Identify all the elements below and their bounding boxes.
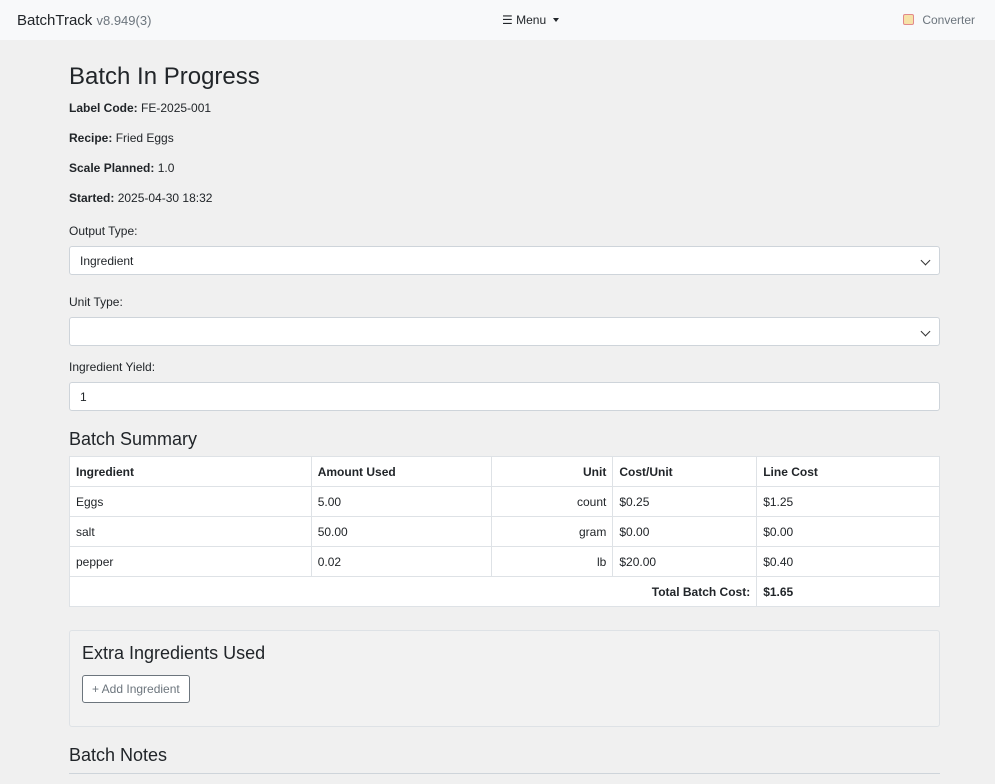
total-row: Total Batch Cost: $1.65 <box>68 576 940 607</box>
line-cost-cell: $0.40 <box>756 546 940 577</box>
converter-link[interactable]: Converter <box>902 13 975 27</box>
label-code-row: Label Code: FE-2025-001 <box>69 101 211 115</box>
menu-label: Menu <box>516 13 547 27</box>
ingredient-cell: Eggs <box>69 486 312 517</box>
cost-unit-cell: $20.00 <box>612 546 758 577</box>
column-header: Amount Used <box>310 456 493 487</box>
recipe-value: Fried Eggs <box>115 131 174 145</box>
total-value: $1.65 <box>756 576 940 607</box>
started-value: 2025-04-30 18:32 <box>117 191 213 205</box>
column-header: Ingredient <box>69 456 312 487</box>
amount-cell: 0.02 <box>310 546 493 577</box>
app-version: v8.949(3) <box>96 13 152 28</box>
label-code-value: FE-2025-001 <box>141 101 212 115</box>
amount-cell: 5.00 <box>310 486 493 517</box>
unit-type-select[interactable] <box>69 317 940 346</box>
extra-ingredients-heading: Extra Ingredients Used <box>82 643 266 663</box>
batch-summary-heading: Batch Summary <box>69 429 198 449</box>
page-title: Batch In Progress <box>69 63 260 90</box>
ingredient-cell: pepper <box>69 546 312 577</box>
output-type-select[interactable]: Ingredient <box>69 246 940 275</box>
brand-name: BatchTrack <box>17 12 93 29</box>
column-header: Cost/Unit <box>612 456 758 487</box>
unit-type-label: Unit Type: <box>69 295 123 309</box>
scale-label: Scale Planned: <box>69 161 155 175</box>
output-type-label: Output Type: <box>69 224 138 238</box>
navbar: BatchTrack v8.949(3) ☰ Menu Converter <box>0 0 995 40</box>
brand[interactable]: BatchTrack v8.949(3) <box>17 12 151 29</box>
column-header: Line Cost <box>756 456 940 487</box>
table-row: salt 50.00 gram $0.00 $0.00 <box>69 516 940 547</box>
table-row: Eggs 5.00 count $0.25 $1.25 <box>69 486 940 517</box>
ingredient-cell: salt <box>69 516 312 547</box>
table-row: pepper 0.02 lb $20.00 $0.40 <box>69 546 940 577</box>
recipe-label: Recipe: <box>69 131 113 145</box>
menu-dropdown[interactable]: ☰ Menu <box>502 13 560 27</box>
unit-cell: lb <box>491 546 614 577</box>
scale-row: Scale Planned: 1.0 <box>69 161 174 175</box>
caret-down-icon <box>553 18 560 22</box>
started-row: Started: 2025-04-30 18:32 <box>69 191 212 205</box>
yield-input[interactable]: 1 <box>69 382 940 411</box>
yield-value: 1 <box>80 390 87 404</box>
cost-unit-cell: $0.25 <box>612 486 758 517</box>
line-cost-cell: $1.25 <box>756 486 940 517</box>
started-label: Started: <box>69 191 115 205</box>
chevron-down-icon <box>920 255 931 266</box>
batch-summary-table: Ingredient Amount Used Unit Cost/Unit Li… <box>68 456 940 607</box>
chevron-down-icon <box>920 326 931 337</box>
calculator-icon <box>902 14 914 25</box>
batch-notes-heading: Batch Notes <box>69 745 168 765</box>
unit-cell: gram <box>491 516 614 547</box>
converter-label: Converter <box>922 13 975 27</box>
amount-cell: 50.00 <box>310 516 493 547</box>
extra-ingredients-card: Extra Ingredients Used + Add Ingredient <box>69 630 940 727</box>
hamburger-icon: ☰ <box>502 13 513 27</box>
table-header-row: Ingredient Amount Used Unit Cost/Unit Li… <box>69 456 940 487</box>
scale-value: 1.0 <box>157 161 175 175</box>
output-type-value: Ingredient <box>80 254 134 268</box>
column-header: Unit <box>491 456 614 487</box>
line-cost-cell: $0.00 <box>756 516 940 547</box>
recipe-row: Recipe: Fried Eggs <box>69 131 174 145</box>
add-ingredient-button[interactable]: + Add Ingredient <box>82 675 190 703</box>
total-label: Total Batch Cost: <box>68 576 758 607</box>
label-code-label: Label Code: <box>69 101 138 115</box>
cost-unit-cell: $0.00 <box>612 516 758 547</box>
yield-label: Ingredient Yield: <box>69 360 156 374</box>
unit-cell: count <box>491 486 614 517</box>
